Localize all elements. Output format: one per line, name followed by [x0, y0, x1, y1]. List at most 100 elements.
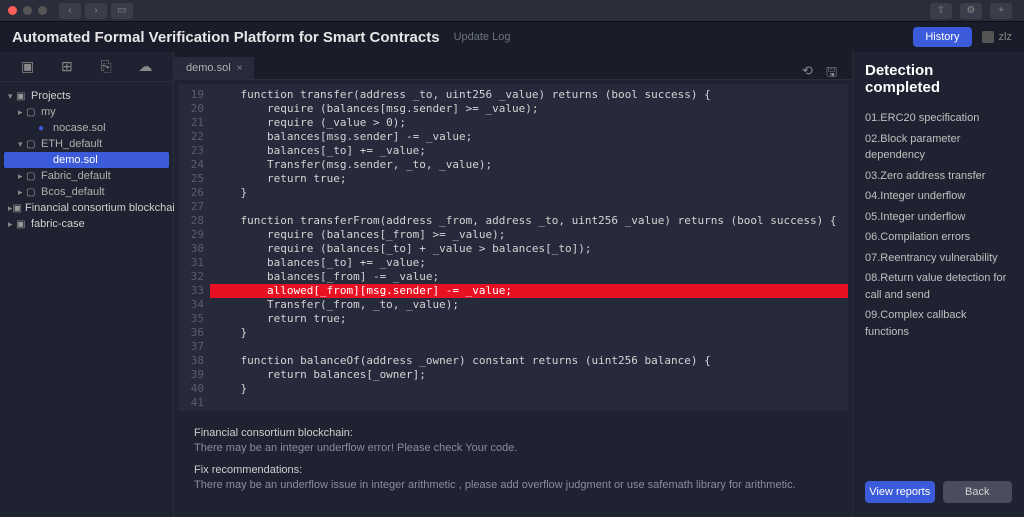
tree-item[interactable]: ▸▣Financial consortium blockchain	[4, 200, 169, 216]
detection-panel: Detection completed 01.ERC20 specificati…	[852, 52, 1024, 517]
window-controls	[8, 6, 47, 15]
code-line[interactable]: require (balances[_from] >= _value);	[210, 228, 848, 242]
close-window-icon[interactable]	[8, 6, 17, 15]
tree-item[interactable]: ▸▢Fabric_default	[4, 168, 169, 184]
code-line[interactable]: balances[_from] -= _value;	[210, 270, 848, 284]
upload-button[interactable]: ⇧	[930, 3, 952, 19]
code-line[interactable]: }	[210, 326, 848, 340]
tree-caret-icon: ▾	[8, 91, 16, 102]
refresh-icon[interactable]: ⟲	[802, 63, 818, 79]
code-content[interactable]: function transfer(address _to, uint256 _…	[210, 84, 848, 411]
code-line[interactable]: return true;	[210, 172, 848, 186]
tree-node-label: nocase.sol	[53, 122, 106, 134]
code-line[interactable]: require (balances[msg.sender] >= _value)…	[210, 102, 848, 116]
code-line[interactable]: function transfer(address _to, uint256 _…	[210, 88, 848, 102]
code-line[interactable]: require (balances[_to] + _value > balanc…	[210, 242, 848, 256]
history-button[interactable]: History	[913, 27, 971, 47]
copy-icon[interactable]: ⎘	[98, 59, 114, 75]
layout-button[interactable]: ▭	[111, 3, 133, 19]
info-title-1: Financial consortium blockchain:	[194, 427, 832, 439]
tab-close-icon[interactable]: ×	[237, 63, 243, 74]
nav-forward-button[interactable]: ›	[85, 3, 107, 19]
tree-node-icon: ▣	[16, 91, 28, 102]
maximize-window-icon[interactable]	[38, 6, 47, 15]
code-line[interactable]: function balanceOf(address _owner) const…	[210, 354, 848, 368]
code-line[interactable]: return true;	[210, 312, 848, 326]
tree-item[interactable]: ●demo.sol	[4, 152, 169, 168]
line-number: 24	[178, 158, 204, 172]
tree-item[interactable]: ●nocase.sol	[4, 120, 169, 136]
detection-item[interactable]: 03.Zero address transfer	[865, 166, 1012, 187]
code-line[interactable]: return balances[_owner];	[210, 368, 848, 382]
editor-area: demo.sol × ⟲ 🖫 1920212223242526272829303…	[174, 52, 852, 517]
settings-button[interactable]: ⚙	[960, 3, 982, 19]
detection-item[interactable]: 04.Integer underflow	[865, 186, 1012, 207]
detection-item[interactable]: 01.ERC20 specification	[865, 108, 1012, 129]
tree-node-icon: ▢	[26, 171, 38, 182]
tree-item[interactable]: ▸▢Bcos_default	[4, 184, 169, 200]
line-number: 39	[178, 368, 204, 382]
detection-item[interactable]: 05.Integer underflow	[865, 207, 1012, 228]
tree-node-icon: ▣	[13, 203, 22, 214]
library-icon[interactable]: ▣	[20, 59, 36, 75]
add-button[interactable]: +	[990, 3, 1012, 19]
tree-node-icon: ▢	[26, 107, 38, 118]
code-line[interactable]: Transfer(_from, _to, _value);	[210, 298, 848, 312]
line-number: 38	[178, 354, 204, 368]
line-number: 34	[178, 298, 204, 312]
view-reports-button[interactable]: View reports	[865, 481, 935, 503]
code-line[interactable]: }	[210, 382, 848, 396]
tree-node-label: Bcos_default	[41, 186, 105, 198]
code-editor[interactable]: 1920212223242526272829303132333435363738…	[178, 84, 848, 411]
tab-label: demo.sol	[186, 62, 231, 74]
line-number: 20	[178, 102, 204, 116]
code-line[interactable]: Transfer(msg.sender, _to, _value);	[210, 158, 848, 172]
nav-back-button[interactable]: ‹	[59, 3, 81, 19]
tree-node-label: Financial consortium blockchain	[25, 202, 181, 214]
titlebar: ‹ › ▭ ⇧ ⚙ +	[0, 0, 1024, 22]
tree-node-icon: ▢	[26, 187, 38, 198]
tree-item[interactable]: ▸▢my	[4, 104, 169, 120]
line-number: 33	[178, 284, 204, 298]
detection-item[interactable]: 08.Return value detection for call and s…	[865, 268, 1012, 305]
line-number: 40	[178, 382, 204, 396]
code-line[interactable]: balances[msg.sender] -= _value;	[210, 130, 848, 144]
code-line[interactable]: function transferFrom(address _from, add…	[210, 214, 848, 228]
code-line[interactable]	[210, 396, 848, 410]
line-number: 21	[178, 116, 204, 130]
code-line[interactable]	[210, 200, 848, 214]
code-line[interactable]: }	[210, 186, 848, 200]
line-number: 31	[178, 256, 204, 270]
user-icon	[982, 31, 994, 43]
line-number: 25	[178, 172, 204, 186]
tree-node-label: demo.sol	[53, 154, 98, 166]
detection-item[interactable]: 02.Block parameter dependency	[865, 129, 1012, 166]
info-panel: Financial consortium blockchain: There m…	[178, 415, 848, 513]
new-file-icon[interactable]: ⊞	[59, 59, 75, 75]
back-button[interactable]: Back	[943, 481, 1013, 503]
line-number: 32	[178, 270, 204, 284]
tree-item[interactable]: ▸▣fabric-case	[4, 216, 169, 232]
save-icon[interactable]: 🖫	[826, 63, 842, 79]
detection-item[interactable]: 07.Reentrancy vulnerability	[865, 248, 1012, 269]
tree-caret-icon: ▸	[8, 219, 16, 230]
code-line[interactable]: balances[_to] += _value;	[210, 144, 848, 158]
code-line[interactable]: function approve(address _spender, uint2…	[210, 410, 848, 411]
tree-item[interactable]: ▾▢ETH_default	[4, 136, 169, 152]
user-info[interactable]: zlz	[982, 31, 1012, 43]
code-line[interactable]: allowed[_from][msg.sender] -= _value;	[210, 284, 848, 298]
detection-item[interactable]: 06.Compilation errors	[865, 227, 1012, 248]
line-number: 29	[178, 228, 204, 242]
code-line[interactable]: require (_value > 0);	[210, 116, 848, 130]
code-line[interactable]	[210, 340, 848, 354]
header: Automated Formal Verification Platform f…	[0, 22, 1024, 52]
code-line[interactable]: balances[_to] += _value;	[210, 256, 848, 270]
detection-item[interactable]: 09.Complex callback functions	[865, 305, 1012, 342]
line-number: 28	[178, 214, 204, 228]
tree-item[interactable]: ▾▣Projects	[4, 88, 169, 104]
line-number: 19	[178, 88, 204, 102]
cloud-icon[interactable]: ☁	[137, 59, 153, 75]
tab-demo[interactable]: demo.sol ×	[174, 57, 255, 79]
update-log-link[interactable]: Update Log	[454, 31, 511, 43]
minimize-window-icon[interactable]	[23, 6, 32, 15]
